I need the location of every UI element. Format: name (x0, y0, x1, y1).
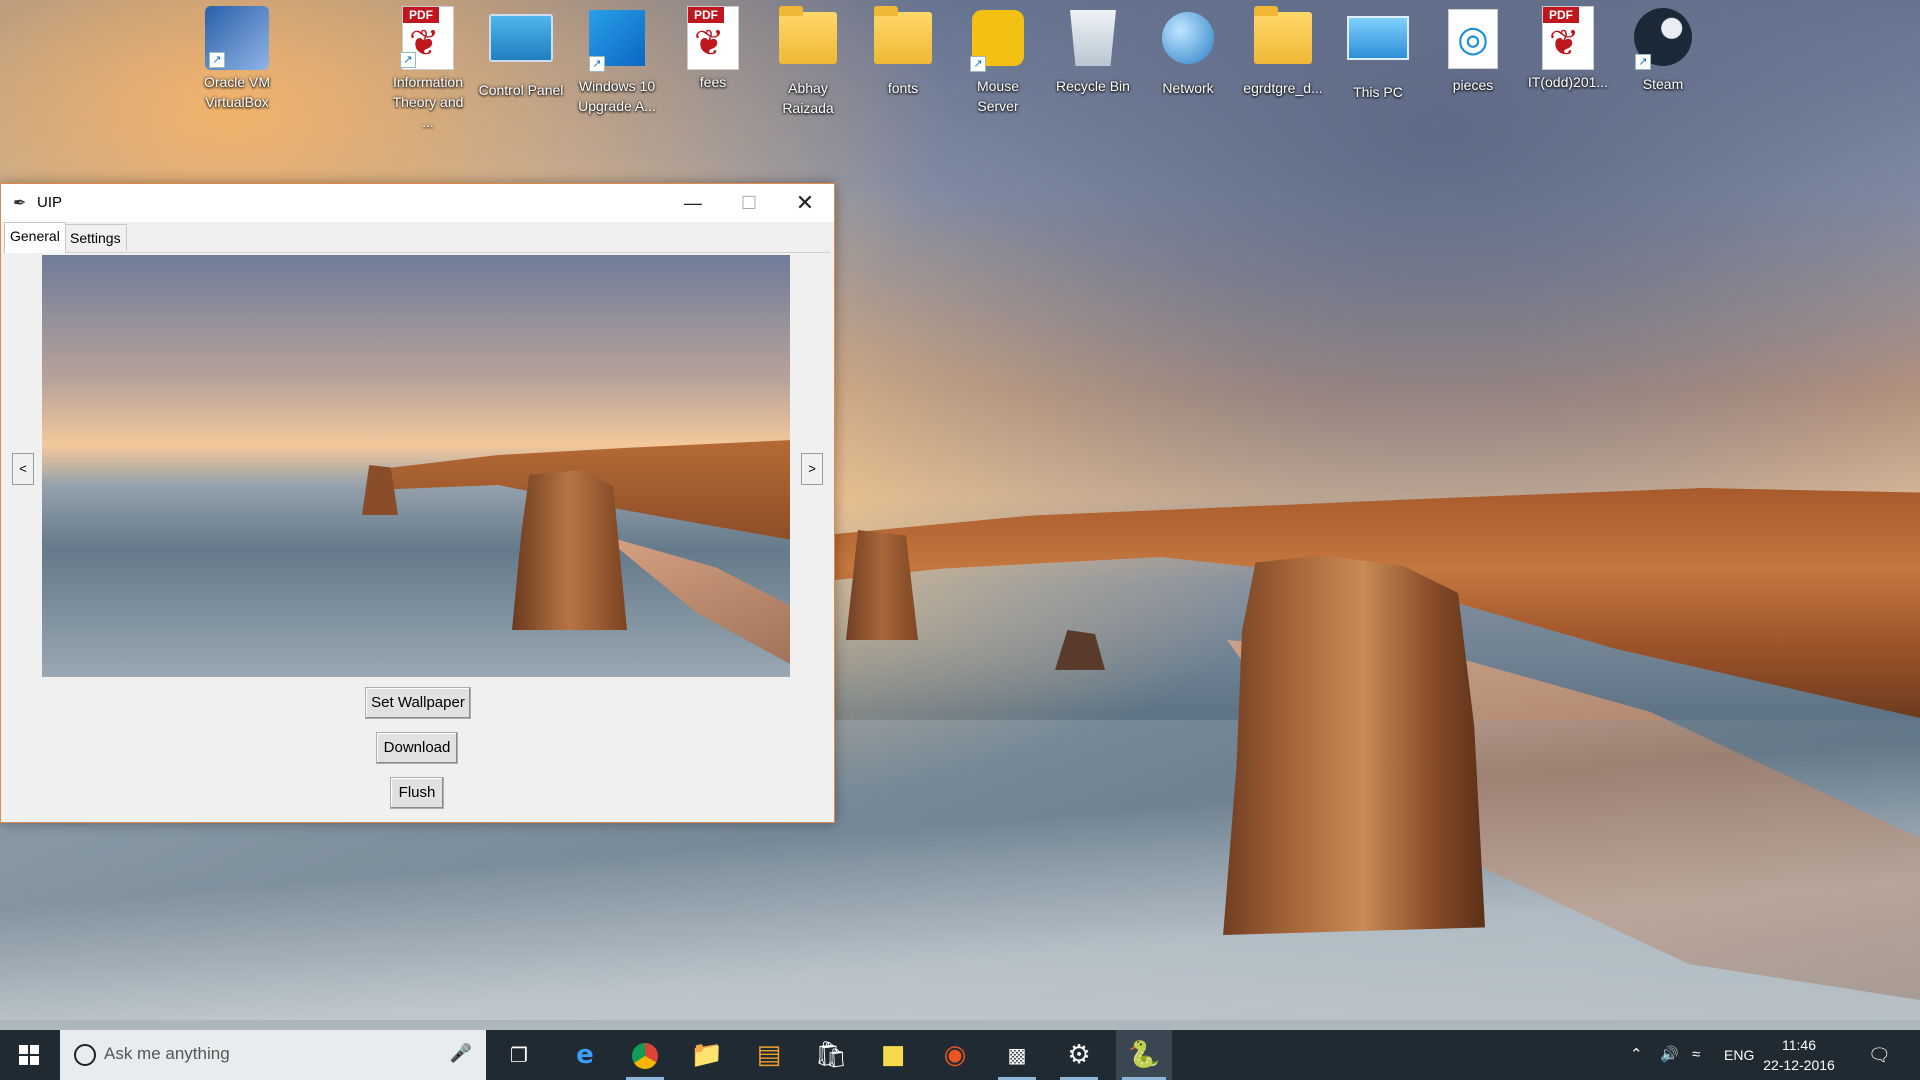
search-placeholder: Ask me anything (104, 1044, 230, 1063)
desktop-icon-steam[interactable]: ↗ Steam (1620, 6, 1706, 94)
desktop-icon-it-odd[interactable]: IT(odd)201... (1525, 6, 1611, 92)
close-button[interactable]: ✕ (777, 184, 833, 222)
pieces-icon: ◎ (1441, 9, 1505, 73)
clock-time: 11:46 (1782, 1037, 1816, 1053)
wallpaper-rock-small (1055, 630, 1105, 670)
tab-settings[interactable]: Settings (64, 224, 127, 251)
sticky-notes-icon[interactable]: ■ (868, 1030, 918, 1080)
user-folder-icon (776, 6, 840, 76)
sublime-text-icon[interactable]: ▤ (744, 1030, 794, 1080)
pdf-icon (681, 6, 745, 70)
action-center-icon[interactable]: 🗨 (1868, 1030, 1891, 1080)
this-pc-icon (1346, 16, 1410, 80)
maximize-button[interactable]: ☐ (721, 184, 777, 222)
microphone-icon[interactable]: 🎤 (450, 1043, 472, 1064)
set-wallpaper-button[interactable]: Set Wallpaper (365, 687, 471, 719)
start-button[interactable] (0, 1030, 58, 1080)
desktop-icon-recycle-bin[interactable]: Recycle Bin (1050, 6, 1136, 96)
clock[interactable]: 11:46 22-12-2016 (1758, 1035, 1840, 1075)
flush-button[interactable]: Flush (390, 777, 444, 809)
wallpaper-rock-stack-large (1223, 555, 1485, 935)
mouse-server-icon: ↗ (966, 10, 1030, 74)
download-button[interactable]: Download (376, 732, 458, 764)
folder-icon (1251, 6, 1315, 76)
wallpaper-preview-image (42, 255, 790, 677)
desktop-icon-this-pc[interactable]: This PC (1335, 6, 1421, 102)
ubuntu-icon[interactable]: ◉ (930, 1030, 980, 1080)
desktop-icon-windows-upgrade[interactable]: ↗ Windows 10 Upgrade A... (574, 6, 660, 116)
window-title: UIP (37, 194, 63, 211)
recycle-bin-icon (1061, 10, 1125, 74)
desktop-icon-control-panel[interactable]: Control Panel (478, 6, 564, 100)
previous-wallpaper-button[interactable]: < (12, 453, 34, 485)
folder-icon (871, 6, 935, 76)
desktop-icon-information-theory[interactable]: ↗ Information Theory and ... (385, 6, 471, 132)
task-view-icon[interactable]: ❐ (494, 1030, 544, 1080)
desktop-icon-mouse-server[interactable]: ↗ Mouse Server (955, 6, 1041, 116)
preview-beach (602, 535, 790, 665)
desktop-icon-pieces[interactable]: ◎ pieces (1430, 6, 1516, 95)
chrome-icon[interactable] (620, 1030, 670, 1080)
desktop-icon-fees[interactable]: fees (670, 6, 756, 92)
desktop-icon-virtualbox[interactable]: ↗ Oracle VM VirtualBox (194, 6, 280, 112)
edge-icon[interactable]: e (560, 1030, 610, 1080)
general-panel: < > Set Wallpaper Download Flush (4, 252, 830, 819)
steam-taskbar-icon[interactable]: ⚙ (1054, 1030, 1104, 1080)
wifi-icon[interactable]: ≈ (1692, 1030, 1700, 1080)
feather-icon: ✒ (13, 195, 27, 212)
desktop-icon-network[interactable]: Network (1145, 6, 1231, 98)
pdf-icon: ↗ (396, 6, 460, 70)
cortana-search-box[interactable]: Ask me anything 🎤 (60, 1030, 486, 1080)
preview-rock-stack (512, 470, 627, 630)
desktop-icon-fonts[interactable]: fonts (860, 6, 946, 98)
windows-upgrade-icon: ↗ (585, 10, 649, 74)
steam-icon: ↗ (1631, 8, 1695, 72)
tab-bar: General Settings (1, 222, 834, 253)
volume-icon[interactable]: 🔊 (1660, 1030, 1679, 1080)
desktop-icon-abhay-raizada[interactable]: Abhay Raizada (765, 6, 851, 118)
desktop-icons: ↗ Oracle VM VirtualBox ↗ Information The… (0, 0, 1920, 130)
windows-logo-icon (19, 1045, 39, 1065)
taskbar: Ask me anything 🎤 ❐ e 📁 ▤ 🛍 ■ ◉ ▩ ⚙ 🐍 ⌃ … (0, 1030, 1920, 1080)
clock-date: 22-12-2016 (1763, 1057, 1835, 1073)
cortana-icon (74, 1044, 96, 1066)
command-prompt-icon[interactable]: ▩ (992, 1030, 1042, 1080)
language-indicator[interactable]: ENG (1724, 1030, 1754, 1080)
control-panel-icon (489, 14, 553, 78)
next-wallpaper-button[interactable]: > (801, 453, 823, 485)
minimize-button[interactable]: — (665, 184, 721, 222)
show-hidden-icons[interactable]: ⌃ (1630, 1030, 1643, 1080)
tab-general[interactable]: General (4, 222, 66, 253)
network-icon (1156, 12, 1220, 76)
title-bar[interactable]: ✒ UIP — ☐ ✕ (1, 184, 834, 222)
desktop-icon-egrdtgre[interactable]: egrdtgre_d... (1240, 6, 1326, 98)
pdf-icon (1536, 6, 1600, 70)
python-app-icon[interactable]: 🐍 (1116, 1030, 1172, 1080)
file-explorer-icon[interactable]: 📁 (682, 1030, 732, 1080)
store-icon[interactable]: 🛍 (806, 1030, 856, 1080)
uip-window: ✒ UIP — ☐ ✕ General Settings < > Set Wal… (0, 183, 835, 823)
virtualbox-icon: ↗ (205, 6, 269, 70)
